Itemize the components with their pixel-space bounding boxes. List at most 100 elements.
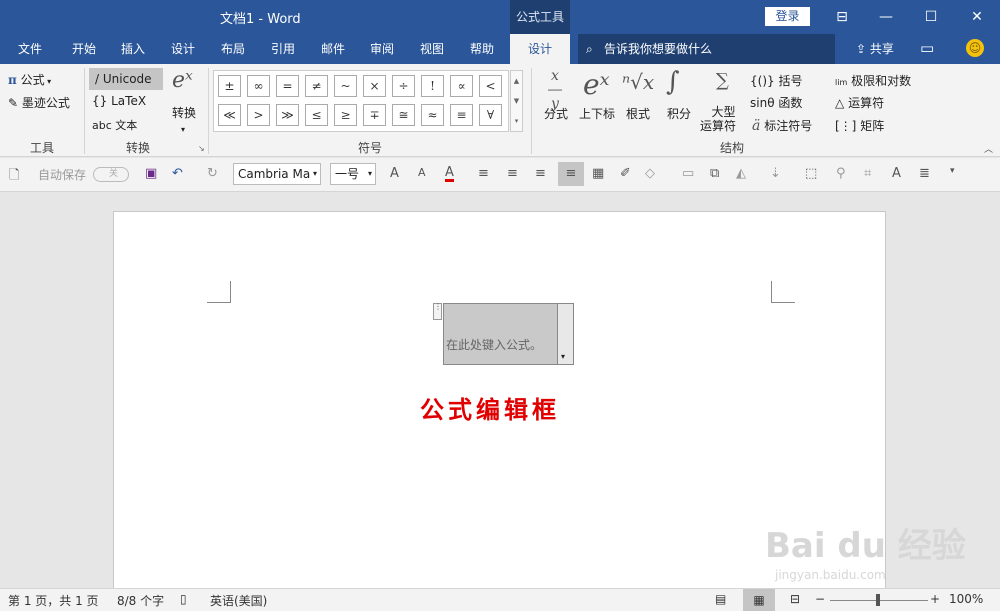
equation-handle-icon[interactable]: ⋮ [433, 303, 442, 320]
text-button[interactable]: abc 文本 [92, 117, 137, 133]
tab-references[interactable]: 引用 [261, 34, 305, 64]
symbol-much-less[interactable]: ≪ [218, 104, 241, 126]
select-icon[interactable]: ⬚ [805, 166, 817, 181]
redo-icon[interactable]: ↻ [207, 166, 218, 181]
smiley-feedback-icon[interactable]: ☺ [966, 39, 984, 57]
radical-button[interactable]: 根式 [626, 105, 650, 122]
font-select[interactable]: Cambria Ma ▾ [233, 163, 321, 185]
latex-button[interactable]: {} LaTeX [92, 94, 146, 108]
page-count[interactable]: 第 1 页，共 1 页 [8, 592, 99, 609]
large-operator-button[interactable]: 大型 运算符 [700, 105, 736, 133]
grow-font-icon[interactable]: A [390, 166, 399, 181]
read-mode-icon[interactable]: ▤ [715, 592, 726, 606]
new-document-icon[interactable]: 🗋 [9, 166, 19, 188]
limit-log-button[interactable]: lim 极限和对数 [835, 72, 911, 89]
symbol-minus-plus[interactable]: ∓ [363, 104, 386, 126]
formula-button[interactable]: π 公式 ▾ [8, 71, 51, 88]
symbol-equals[interactable]: = [276, 75, 299, 97]
picture-icon[interactable]: ⧉ [710, 166, 719, 181]
zoom-in-icon[interactable]: + [930, 592, 940, 606]
share-button[interactable]: ⇪ 共享 [856, 34, 894, 64]
save-icon[interactable]: ▣ [145, 166, 157, 181]
symbol-identical[interactable]: ≡ [450, 104, 473, 126]
chart-icon[interactable]: ◭ [736, 166, 746, 181]
customize-toolbar-icon[interactable]: ▾ [950, 166, 955, 176]
format-painter-icon[interactable]: ✐ [620, 166, 631, 181]
symbol-greater-equal[interactable]: ≥ [334, 104, 357, 126]
align-center-icon[interactable]: ≡ [507, 166, 518, 181]
undo-icon[interactable]: ↶ [172, 166, 183, 181]
tab-layout[interactable]: 布局 [211, 34, 255, 64]
shrink-font-icon[interactable]: A [418, 166, 426, 179]
tab-home[interactable]: 开始 [62, 34, 106, 64]
tab-file[interactable]: 文件 [8, 34, 52, 64]
text-style-icon[interactable]: A [892, 166, 901, 181]
collapse-ribbon-icon[interactable]: ︿ [984, 142, 993, 155]
symbol-plus-minus[interactable]: ± [218, 75, 241, 97]
bracket-button[interactable]: {()} 括号 [750, 72, 802, 89]
symbol-times[interactable]: × [363, 75, 386, 97]
tab-review[interactable]: 审阅 [360, 34, 404, 64]
maximize-button[interactable]: ☐ [908, 0, 954, 34]
minimize-button[interactable]: — [863, 0, 909, 34]
zoom-slider-thumb[interactable] [876, 594, 880, 606]
tab-mailings[interactable]: 邮件 [311, 34, 355, 64]
shape-icon[interactable]: ◇ [645, 166, 655, 181]
zoom-level[interactable]: 100% [949, 592, 983, 606]
script-button[interactable]: 上下标 [579, 105, 615, 122]
convert-button[interactable]: 转换 ▾ [172, 104, 196, 135]
crop-icon[interactable]: ⌗ [864, 166, 871, 181]
matrix-button[interactable]: [⋮] 矩阵 [835, 117, 884, 134]
comment-icon[interactable]: ▭ [920, 39, 934, 57]
font-color-icon[interactable]: A [445, 166, 454, 182]
tab-design[interactable]: 设计 [161, 34, 205, 64]
dialog-launcher-icon[interactable]: ↘ [198, 144, 205, 153]
integral-button[interactable]: 积分 [667, 105, 691, 122]
link-icon[interactable]: ⚲ [836, 166, 846, 181]
tab-insert[interactable]: 插入 [111, 34, 155, 64]
zoom-out-icon[interactable]: − [815, 592, 825, 606]
unicode-button[interactable]: / Unicode [89, 68, 163, 90]
tab-equation-design[interactable]: 设计 [510, 34, 570, 64]
justify-icon[interactable]: ≡ [558, 162, 584, 186]
font-size-select[interactable]: 一号 ▾ [330, 163, 376, 185]
web-layout-icon[interactable]: ⊟ [790, 592, 800, 606]
gallery-scroll[interactable]: ▲ ▼ ▾ [510, 70, 523, 132]
table-icon[interactable]: ▦ [592, 166, 604, 181]
close-button[interactable]: ✕ [954, 0, 1000, 34]
autosave-toggle[interactable]: 关 [93, 167, 129, 182]
symbol-for-all[interactable]: ∀ [479, 104, 502, 126]
equation-options[interactable]: ▾ [557, 304, 573, 364]
textbox-icon[interactable]: ▭ [682, 166, 694, 181]
symbol-not-equal[interactable]: ≠ [305, 75, 328, 97]
fraction-button[interactable]: 分式 [544, 105, 568, 122]
symbol-proportional[interactable]: ∝ [450, 75, 473, 97]
symbol-greater-than[interactable]: > [247, 104, 270, 126]
align-right-icon[interactable]: ≡ [535, 166, 546, 181]
symbol-approx[interactable]: ≈ [421, 104, 444, 126]
arrange-icon[interactable]: ⇣ [770, 166, 781, 181]
align-left-icon[interactable]: ≡ [478, 166, 489, 181]
symbol-less-equal[interactable]: ≤ [305, 104, 328, 126]
login-button[interactable]: 登录 [765, 7, 810, 26]
symbol-tilde[interactable]: ~ [334, 75, 357, 97]
ink-equation-button[interactable]: ✎ 墨迹公式 [8, 94, 70, 111]
symbol-much-greater[interactable]: ≫ [276, 104, 299, 126]
accent-button[interactable]: ä 标注符号 [752, 117, 812, 134]
tab-view[interactable]: 视图 [410, 34, 454, 64]
paragraph-icon[interactable]: ≣ [919, 166, 930, 181]
symbol-congruent[interactable]: ≅ [392, 104, 415, 126]
symbol-factorial[interactable]: ! [421, 75, 444, 97]
word-count[interactable]: 8/8 个字 [117, 592, 164, 609]
operator-button[interactable]: △ 运算符 [835, 94, 884, 111]
tab-help[interactable]: 帮助 [460, 34, 504, 64]
print-layout-icon[interactable]: ▦ [743, 589, 775, 611]
tell-me-search[interactable]: ⌕ 告诉我你想要做什么 [578, 34, 835, 64]
symbol-infinity[interactable]: ∞ [247, 75, 270, 97]
ribbon-display-options-icon[interactable]: ⊟ [819, 0, 865, 34]
language-status[interactable]: 英语(美国) [210, 592, 267, 609]
symbol-divide[interactable]: ÷ [392, 75, 415, 97]
symbol-less-than[interactable]: < [479, 75, 502, 97]
proofing-icon[interactable]: ▯ [180, 592, 187, 606]
function-button[interactable]: sinθ 函数 [750, 94, 802, 111]
